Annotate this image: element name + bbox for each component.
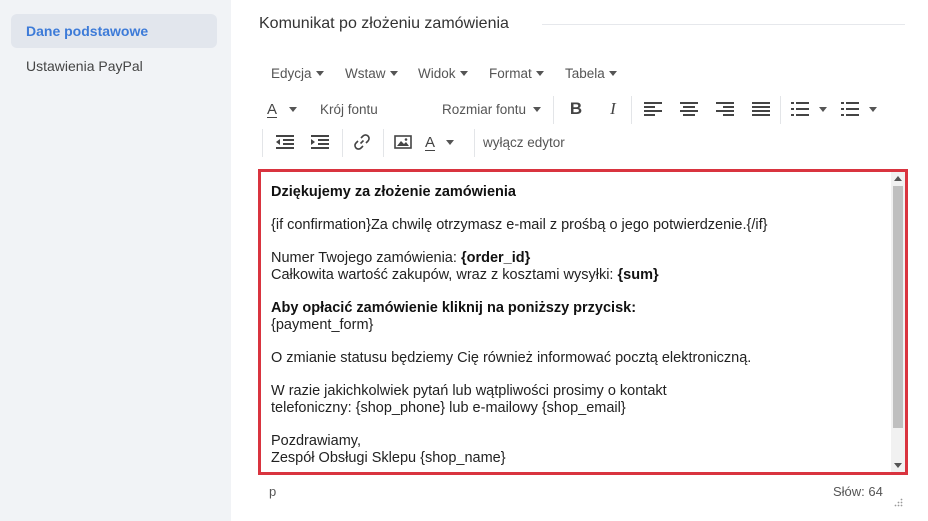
chevron-down-icon: [446, 139, 455, 145]
payment-info: Aby opłacić zamówienie kliknij na poniżs…: [271, 300, 871, 334]
menu-table-label: Tabela: [565, 66, 605, 81]
scroll-down-icon[interactable]: [894, 463, 902, 468]
numbered-list-button[interactable]: [841, 96, 881, 122]
sidebar-item-paypal-settings[interactable]: Ustawienia PayPal: [11, 49, 217, 83]
text-color-icon: A: [267, 100, 278, 118]
signature-block: Pozdrawiamy, Zespół Obsługi Sklepu {shop…: [271, 433, 871, 467]
title-divider: [542, 24, 905, 25]
sum-label: Całkowita wartość zakupów, wraz z koszta…: [271, 267, 618, 283]
menu-insert[interactable]: Wstaw: [345, 63, 398, 85]
disable-editor-button[interactable]: wyłącz edytor: [483, 129, 573, 155]
background-color-icon: A: [425, 133, 436, 151]
link-icon: [354, 134, 370, 150]
sum-variable: {sum}: [617, 267, 659, 283]
toolbar-divider: [553, 96, 554, 124]
align-left-icon: [644, 102, 662, 116]
signature: Zespół Obsługi Sklepu {shop_name}: [271, 450, 506, 466]
editor-text[interactable]: Dziękujemy za złożenie zamówienia {if co…: [271, 184, 871, 483]
element-path[interactable]: p: [269, 484, 276, 499]
editor-content-area[interactable]: Dziękujemy za złożenie zamówienia {if co…: [258, 169, 908, 475]
questions-line-1: W razie jakichkolwiek pytań lub wątpliwo…: [271, 383, 667, 399]
bold-button[interactable]: B: [565, 96, 587, 122]
order-id-variable: {order_id}: [460, 250, 531, 266]
toolbar-divider: [780, 96, 781, 124]
editor-toolbar-row-2: A wyłącz edytor: [231, 129, 928, 157]
chevron-down-icon: [289, 106, 298, 112]
toolbar-divider: [631, 96, 632, 124]
insert-image-button[interactable]: [391, 129, 415, 155]
menu-format-label: Format: [489, 66, 532, 81]
sidebar-item-basic-data[interactable]: Dane podstawowe: [11, 14, 217, 48]
bullet-list-button[interactable]: [791, 96, 831, 122]
indent-button[interactable]: [308, 129, 332, 155]
status-info: O zmianie statusu będziemy Cię również i…: [271, 350, 752, 366]
align-right-button[interactable]: [713, 96, 737, 122]
confirmation-line: {if confirmation}Za chwilę otrzymasz e-m…: [271, 217, 768, 233]
toolbar-divider: [383, 129, 384, 157]
font-family-label: Krój fontu: [320, 101, 378, 117]
menu-view[interactable]: Widok: [418, 63, 468, 85]
payment-heading: Aby opłacić zamówienie kliknij na poniżs…: [271, 300, 637, 316]
main-panel: Komunikat po złożeniu zamówienia Edycja …: [231, 0, 928, 521]
align-justify-button[interactable]: [749, 96, 773, 122]
menu-insert-label: Wstaw: [345, 66, 386, 81]
font-family-select[interactable]: Krój fontu: [320, 96, 432, 122]
align-left-button[interactable]: [641, 96, 665, 122]
menu-view-label: Widok: [418, 66, 456, 81]
bold-icon: B: [569, 99, 583, 118]
toolbar-divider: [262, 129, 263, 157]
italic-icon: I: [610, 99, 616, 118]
menu-table[interactable]: Tabela: [565, 63, 617, 85]
background-color-button[interactable]: A: [425, 129, 467, 155]
align-right-icon: [716, 102, 734, 116]
image-icon: [394, 135, 412, 149]
content-heading: Dziękujemy za złożenie zamówienia: [271, 184, 871, 201]
editor-scrollbar[interactable]: [891, 172, 905, 472]
payment-form-variable: {payment_form}: [271, 317, 374, 333]
scroll-up-icon[interactable]: [894, 176, 902, 181]
editor-toolbar-row-1: A Krój fontu Rozmiar fontu B I: [231, 96, 928, 124]
chevron-down-icon: [315, 71, 324, 76]
align-center-icon: [680, 102, 698, 116]
outdent-icon: [276, 135, 294, 149]
section-title: Komunikat po złożeniu zamówienia: [259, 15, 509, 32]
chevron-down-icon: [533, 106, 542, 112]
disable-editor-label: wyłącz edytor: [483, 134, 565, 150]
indent-icon: [311, 135, 329, 149]
text-color-button[interactable]: A: [267, 96, 311, 122]
outdent-button[interactable]: [273, 129, 297, 155]
bullet-list-icon: [791, 102, 809, 116]
font-size-select[interactable]: Rozmiar fontu: [442, 96, 548, 122]
toolbar-divider: [474, 129, 475, 157]
resize-handle-icon[interactable]: [893, 497, 903, 507]
italic-button[interactable]: I: [602, 96, 624, 122]
align-justify-icon: [752, 102, 770, 116]
chevron-down-icon: [389, 71, 398, 76]
questions-line-2: telefoniczny: {shop_phone} lub e-mailowy…: [271, 400, 626, 416]
sidebar: Dane podstawowe Ustawienia PayPal: [0, 0, 231, 521]
order-label: Numer Twojego zamówienia:: [271, 250, 461, 266]
numbered-list-icon: [841, 102, 859, 116]
chevron-down-icon: [608, 71, 617, 76]
align-center-button[interactable]: [677, 96, 701, 122]
toolbar-divider: [342, 129, 343, 157]
menu-edit-label: Edycja: [271, 66, 312, 81]
font-size-label: Rozmiar fontu: [442, 101, 527, 117]
chevron-down-icon: [535, 71, 544, 76]
chevron-down-icon: [819, 106, 827, 112]
chevron-down-icon: [459, 71, 468, 76]
word-count: Słów: 64: [833, 484, 883, 499]
order-info: Numer Twojego zamówienia: {order_id} Cał…: [271, 250, 871, 284]
menu-format[interactable]: Format: [489, 63, 544, 85]
content-heading-text: Dziękujemy za złożenie zamówienia: [271, 184, 516, 200]
chevron-down-icon: [869, 106, 877, 112]
questions-info: W razie jakichkolwiek pytań lub wątpliwo…: [271, 383, 871, 417]
scrollbar-thumb[interactable]: [893, 186, 903, 428]
menu-edit[interactable]: Edycja: [271, 63, 324, 85]
greeting: Pozdrawiamy,: [271, 433, 361, 449]
insert-link-button[interactable]: [350, 129, 374, 155]
